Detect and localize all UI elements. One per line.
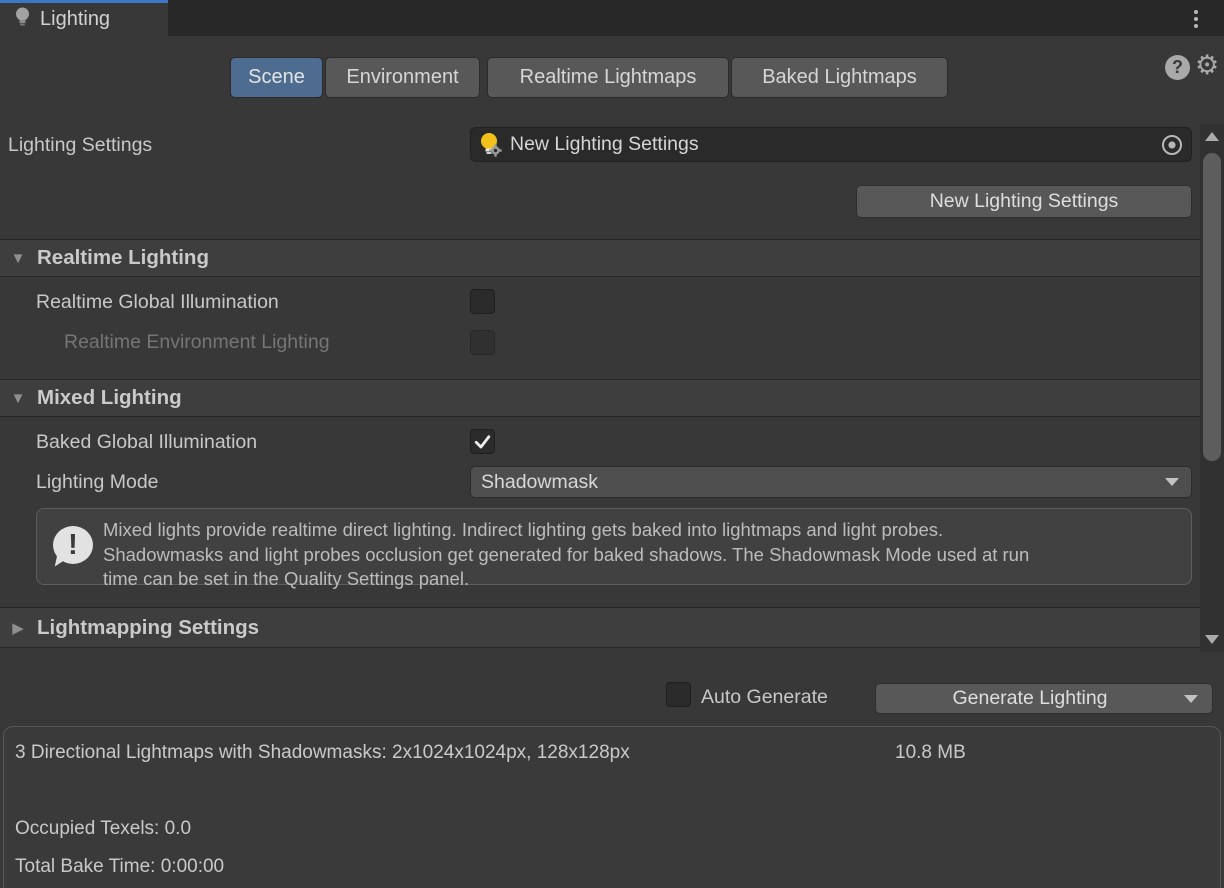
foldout-closed-icon: ▶ bbox=[4, 619, 32, 637]
lighting-settings-value: New Lighting Settings bbox=[510, 133, 1153, 156]
baked-gi-checkbox[interactable] bbox=[470, 429, 495, 454]
help-text-line: time can be set in the Quality Settings … bbox=[103, 567, 1183, 592]
gear-icon[interactable]: ⚙ bbox=[1195, 48, 1219, 84]
chevron-down-icon bbox=[1165, 478, 1179, 486]
realtime-env-lighting-label: Realtime Environment Lighting bbox=[64, 331, 330, 354]
lighting-settings-object-field[interactable]: New Lighting Settings bbox=[470, 127, 1192, 162]
lighting-asset-icon bbox=[479, 132, 503, 158]
tab-scene-label: Scene bbox=[248, 66, 305, 89]
help-circle-icon[interactable]: ? bbox=[1165, 55, 1190, 80]
summary-occupied-texels: Occupied Texels: 0.0 bbox=[15, 818, 191, 840]
lighting-settings-label: Lighting Settings bbox=[8, 134, 152, 157]
lighting-window: Lighting Scene Environment Realtime Ligh… bbox=[0, 0, 1224, 888]
chevron-down-icon bbox=[1184, 695, 1198, 703]
lightbulb-icon bbox=[14, 6, 31, 33]
tab-realtime-lightmaps[interactable]: Realtime Lightmaps bbox=[487, 57, 729, 98]
baked-gi-label: Baked Global Illumination bbox=[36, 431, 257, 454]
new-lighting-settings-button[interactable]: New Lighting Settings bbox=[856, 185, 1192, 218]
tab-baked-lightmaps-label: Baked Lightmaps bbox=[762, 66, 917, 89]
realtime-env-lighting-checkbox bbox=[470, 330, 495, 355]
section-title: Realtime Lighting bbox=[37, 246, 209, 270]
foldout-open-icon: ▼ bbox=[4, 250, 32, 267]
section-title: Lightmapping Settings bbox=[37, 616, 259, 640]
lighting-mode-value: Shadowmask bbox=[481, 471, 1165, 494]
tab-lighting[interactable]: Lighting bbox=[0, 0, 168, 36]
info-bubble-icon: ! bbox=[53, 526, 93, 564]
tab-strip: Lighting bbox=[0, 0, 1224, 36]
object-picker-icon[interactable] bbox=[1153, 128, 1191, 161]
scroll-up-icon[interactable] bbox=[1205, 132, 1219, 141]
generate-lighting-button-label: Generate Lighting bbox=[876, 687, 1184, 710]
lighting-mode-dropdown[interactable]: Shadowmask bbox=[470, 466, 1192, 498]
help-text-line: Mixed lights provide realtime direct lig… bbox=[103, 518, 1183, 543]
window-title: Lighting bbox=[40, 8, 110, 31]
realtime-gi-label: Realtime Global Illumination bbox=[36, 291, 279, 314]
tab-environment-label: Environment bbox=[346, 66, 458, 89]
section-header-lightmapping-settings[interactable]: ▶ Lightmapping Settings bbox=[0, 607, 1200, 648]
tab-environment[interactable]: Environment bbox=[325, 57, 480, 98]
lighting-mode-label: Lighting Mode bbox=[36, 471, 159, 494]
section-title: Mixed Lighting bbox=[37, 386, 182, 410]
auto-generate-checkbox[interactable] bbox=[666, 682, 691, 707]
tab-realtime-lightmaps-label: Realtime Lightmaps bbox=[520, 66, 697, 89]
section-header-realtime-lighting[interactable]: ▼ Realtime Lighting bbox=[0, 239, 1200, 277]
new-lighting-settings-button-label: New Lighting Settings bbox=[930, 190, 1119, 213]
realtime-gi-checkbox[interactable] bbox=[470, 289, 495, 314]
foldout-open-icon: ▼ bbox=[4, 390, 32, 407]
help-text: Mixed lights provide realtime direct lig… bbox=[103, 518, 1183, 592]
kebab-menu-icon[interactable] bbox=[1188, 7, 1204, 31]
scroll-down-icon[interactable] bbox=[1205, 635, 1219, 644]
tab-baked-lightmaps[interactable]: Baked Lightmaps bbox=[731, 57, 948, 98]
auto-generate-label: Auto Generate bbox=[701, 686, 828, 709]
scrollbar-thumb[interactable] bbox=[1203, 153, 1221, 461]
tab-scene[interactable]: Scene bbox=[230, 57, 323, 98]
summary-size: 10.8 MB bbox=[895, 742, 966, 764]
section-header-mixed-lighting[interactable]: ▼ Mixed Lighting bbox=[0, 379, 1200, 417]
mixed-lighting-help-box: ! Mixed lights provide realtime direct l… bbox=[36, 508, 1192, 585]
bake-summary-panel: 3 Directional Lightmaps with Shadowmasks… bbox=[3, 726, 1221, 888]
summary-lightmaps-text: 3 Directional Lightmaps with Shadowmasks… bbox=[15, 742, 630, 764]
generate-lighting-button[interactable]: Generate Lighting bbox=[875, 683, 1213, 714]
summary-total-bake-time: Total Bake Time: 0:00:00 bbox=[15, 856, 224, 878]
vertical-scrollbar[interactable] bbox=[1200, 124, 1224, 652]
help-text-line: Shadowmasks and light probes occlusion g… bbox=[103, 543, 1183, 568]
